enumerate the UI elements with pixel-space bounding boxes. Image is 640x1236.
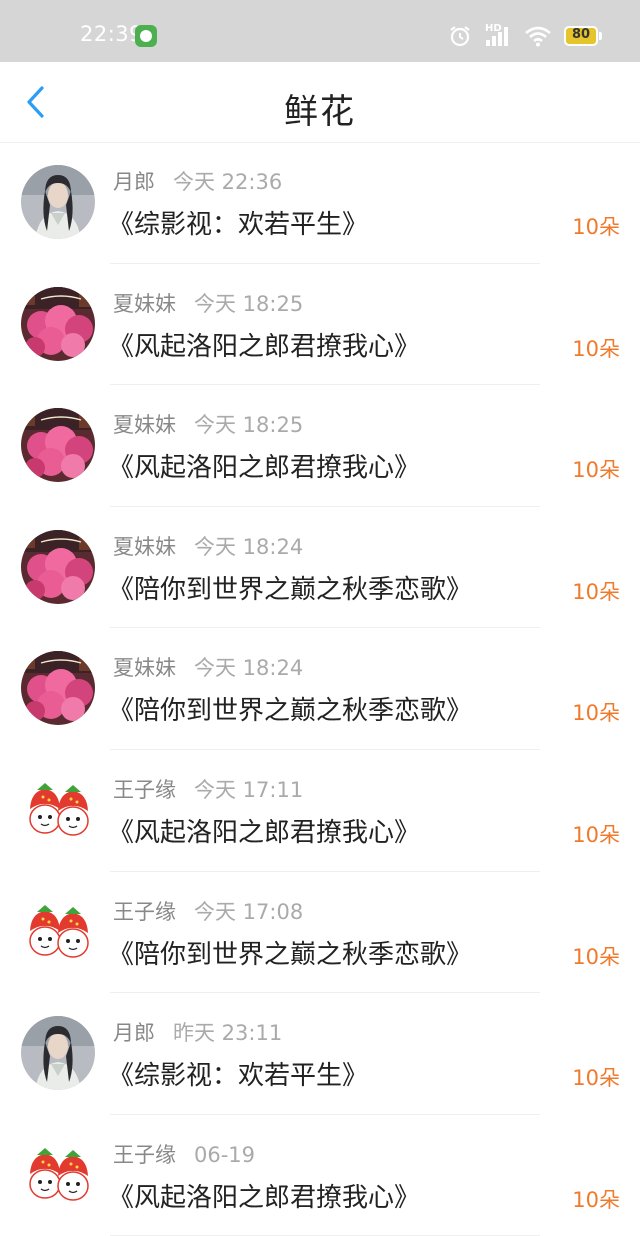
book-title[interactable]: 《风起洛阳之郎君撩我心》 bbox=[108, 1177, 420, 1214]
flower-count: 10朵 bbox=[572, 822, 620, 847]
list-item[interactable]: 夏妹妹 今天 18:24 《陪你到世界之巅之秋季恋歌》 10朵 bbox=[0, 507, 640, 629]
flower-count: 10朵 bbox=[572, 579, 620, 604]
flower-count: 10朵 bbox=[572, 944, 620, 969]
signal-icon bbox=[484, 25, 512, 47]
book-title[interactable]: 《风起洛阳之郎君撩我心》 bbox=[108, 326, 420, 363]
status-bar: 22:39 HD 80 bbox=[0, 0, 640, 62]
user-name[interactable]: 月郎 bbox=[113, 170, 155, 194]
timestamp: 06-19 bbox=[194, 1142, 256, 1167]
app-notification-icon bbox=[135, 25, 157, 47]
book-title[interactable]: 《风起洛阳之郎君撩我心》 bbox=[108, 812, 420, 849]
timestamp: 今天 18:24 bbox=[194, 534, 304, 559]
flower-count: 10朵 bbox=[572, 458, 620, 483]
item-meta: 王子缘 今天 17:08 bbox=[113, 896, 303, 926]
timestamp: 今天 17:11 bbox=[194, 777, 304, 802]
timestamp: 昨天 23:11 bbox=[173, 1021, 283, 1046]
item-meta: 夏妹妹 今天 18:24 bbox=[113, 652, 303, 682]
book-title[interactable]: 《陪你到世界之巅之秋季恋歌》 bbox=[108, 934, 472, 971]
list-item[interactable]: 夏妹妹 今天 18:25 《风起洛阳之郎君撩我心》 10朵 bbox=[0, 264, 640, 386]
flower-count: 10朵 bbox=[572, 701, 620, 726]
page-title: 鲜花 bbox=[284, 92, 356, 132]
status-time: 22:39 bbox=[80, 22, 144, 46]
item-meta: 月郎 今天 22:36 bbox=[113, 166, 282, 196]
list-item[interactable]: 月郎 昨天 23:11 《综影视：欢若平生》 10朵 bbox=[0, 993, 640, 1115]
user-name[interactable]: 夏妹妹 bbox=[113, 656, 176, 680]
book-title[interactable]: 《风起洛阳之郎君撩我心》 bbox=[108, 447, 420, 484]
list-item[interactable]: 王子缘 06-19 《风起洛阳之郎君撩我心》 10朵 bbox=[0, 1115, 640, 1236]
user-name[interactable]: 夏妹妹 bbox=[113, 292, 176, 316]
timestamp: 今天 17:08 bbox=[194, 899, 304, 924]
list-item[interactable]: 月郎 今天 22:36 《综影视：欢若平生》 10朵 bbox=[0, 142, 640, 264]
battery-level: 80 bbox=[571, 27, 591, 42]
list-item[interactable]: 夏妹妹 今天 18:24 《陪你到世界之巅之秋季恋歌》 10朵 bbox=[0, 628, 640, 750]
avatar[interactable] bbox=[21, 165, 95, 239]
list-item[interactable]: 王子缘 今天 17:08 《陪你到世界之巅之秋季恋歌》 10朵 bbox=[0, 872, 640, 994]
timestamp: 今天 18:24 bbox=[194, 656, 304, 681]
avatar[interactable] bbox=[21, 1016, 95, 1091]
item-meta: 夏妹妹 今天 18:24 bbox=[113, 531, 303, 561]
avatar[interactable] bbox=[21, 286, 95, 361]
user-name[interactable]: 夏妹妹 bbox=[113, 413, 176, 437]
flower-count: 10朵 bbox=[572, 1187, 620, 1212]
avatar[interactable] bbox=[21, 1137, 95, 1212]
flower-count: 10朵 bbox=[572, 1066, 620, 1091]
user-name[interactable]: 王子缘 bbox=[113, 900, 176, 924]
avatar[interactable] bbox=[21, 529, 95, 604]
user-name[interactable]: 夏妹妹 bbox=[113, 535, 176, 559]
book-title[interactable]: 《综影视：欢若平生》 bbox=[108, 204, 368, 241]
item-meta: 王子缘 06-19 bbox=[113, 1139, 255, 1169]
wifi-icon bbox=[524, 25, 552, 47]
book-title[interactable]: 《综影视：欢若平生》 bbox=[108, 1055, 368, 1092]
book-title[interactable]: 《陪你到世界之巅之秋季恋歌》 bbox=[108, 690, 472, 727]
flower-list: 月郎 今天 22:36 《综影视：欢若平生》 10朵 夏妹妹 今天 18:25 《风起洛阳… bbox=[0, 142, 640, 1236]
timestamp: 今天 22:36 bbox=[173, 170, 283, 194]
header: 鲜花 bbox=[0, 62, 640, 142]
user-name[interactable]: 月郎 bbox=[113, 1021, 155, 1045]
avatar[interactable] bbox=[21, 772, 95, 847]
item-meta: 夏妹妹 今天 18:25 bbox=[113, 409, 303, 439]
list-item[interactable]: 夏妹妹 今天 18:25 《风起洛阳之郎君撩我心》 10朵 bbox=[0, 385, 640, 507]
avatar[interactable] bbox=[21, 408, 95, 483]
timestamp: 今天 18:25 bbox=[194, 291, 304, 316]
avatar[interactable] bbox=[21, 894, 95, 969]
user-name[interactable]: 王子缘 bbox=[113, 778, 176, 802]
item-meta: 月郎 昨天 23:11 bbox=[113, 1017, 282, 1047]
user-name[interactable]: 王子缘 bbox=[113, 1143, 176, 1167]
flower-count: 10朵 bbox=[572, 336, 620, 361]
item-meta: 夏妹妹 今天 18:25 bbox=[113, 288, 303, 318]
flower-count: 10朵 bbox=[572, 215, 620, 239]
list-item[interactable]: 王子缘 今天 17:11 《风起洛阳之郎君撩我心》 10朵 bbox=[0, 750, 640, 872]
avatar[interactable] bbox=[21, 651, 95, 726]
book-title[interactable]: 《陪你到世界之巅之秋季恋歌》 bbox=[108, 569, 472, 606]
alarm-icon bbox=[448, 24, 472, 48]
item-meta: 王子缘 今天 17:11 bbox=[113, 774, 303, 804]
battery-icon: 80 bbox=[564, 26, 602, 46]
timestamp: 今天 18:25 bbox=[194, 413, 304, 438]
status-icons: 80 bbox=[448, 22, 602, 50]
